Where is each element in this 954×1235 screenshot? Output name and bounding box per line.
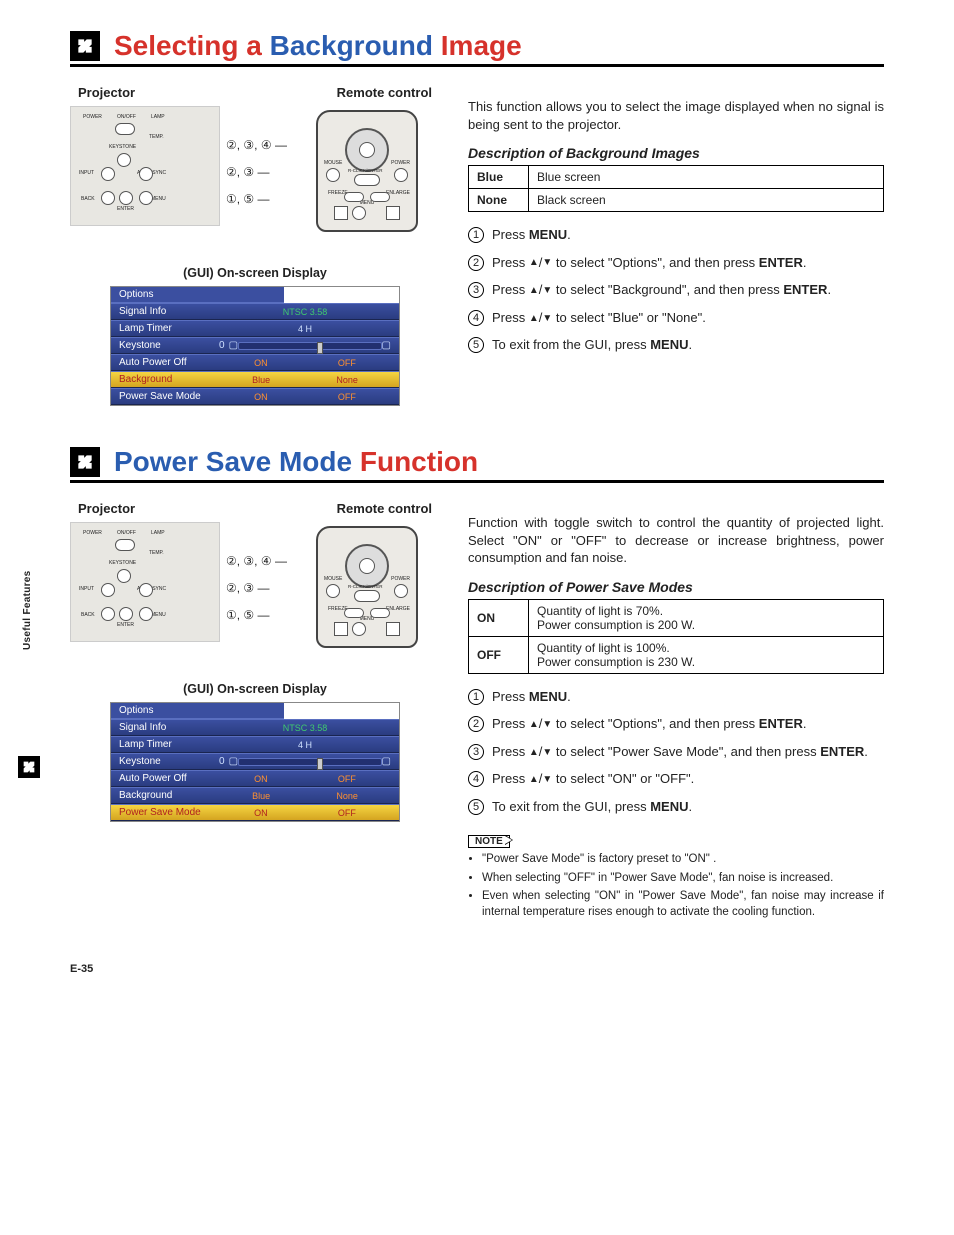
section-title: Selecting a Background Image [114,30,522,62]
notes-list: "Power Save Mode" is factory preset to "… [468,852,884,920]
projector-diagram: POWER ON/OFF LAMP TEMP. KEYSTONE INPUT A… [70,522,220,642]
remote-label: Remote control [337,85,432,100]
section1-desc-title: Description of Background Images [468,145,884,161]
gui-display-bg: Options Signal InfoNTSC 3.58 Lamp Timer4… [110,286,400,406]
gui-display-psm: Options Signal InfoNTSC 3.58 Lamp Timer4… [110,702,400,822]
step-item: 4Press ▲/▼ to select "Blue" or "None". [468,309,884,327]
step-item: 5To exit from the GUI, press MENU. [468,336,884,354]
side-tab-icon [18,756,40,778]
section1-steps: 1Press MENU. 2Press ▲/▼ to select "Option… [468,226,884,354]
gui-display-label: (GUI) On-screen Display [70,682,440,696]
section1-intro: This function allows you to select the i… [468,98,884,133]
step-item: 1Press MENU. [468,226,884,244]
remote-diagram: MOUSE POWER R-CLICK/ENTER FREEZE ENLARGE… [312,106,422,236]
note-item: When selecting "OFF" in "Power Save Mode… [482,871,884,887]
section-icon [70,447,100,477]
remote-label: Remote control [337,501,432,516]
step-item: 2Press ▲/▼ to select "Options", and then… [468,715,884,733]
psm-desc-table: ONQuantity of light is 70%. Power consum… [468,599,884,674]
section-power-save: Power Save Mode Function Projector Remot… [70,446,884,923]
step-callouts: ②, ③, ④ — ②, ③ — ①, ⑤ — [226,522,306,642]
step-callouts: ②, ③, ④ — ②, ③ — ①, ⑤ — [226,106,306,226]
page-number: E-35 [70,963,884,975]
step-item: 2Press ▲/▼ to select "Options", and then… [468,254,884,272]
step-item: 5To exit from the GUI, press MENU. [468,798,884,816]
section-icon [70,31,100,61]
projector-diagram: POWER ON/OFF LAMP TEMP. KEYSTONE INPUT A… [70,106,220,226]
step-item: 3Press ▲/▼ to select "Background", and t… [468,281,884,299]
section2-intro: Function with toggle switch to control t… [468,514,884,567]
projector-label: Projector [78,85,135,100]
note-label: NOTE [468,835,510,848]
remote-diagram: MOUSE POWER R-CLICK/ENTER FREEZE ENLARGE… [312,522,422,652]
note-item: Even when selecting "ON" in "Power Save … [482,889,884,920]
section-title: Power Save Mode Function [114,446,478,478]
section2-steps: 1Press MENU. 2Press ▲/▼ to select "Option… [468,688,884,816]
bg-desc-table: BlueBlue screen NoneBlack screen [468,165,884,212]
gui-display-label: (GUI) On-screen Display [70,266,440,280]
side-tab-label: Useful Features [22,570,33,650]
projector-label: Projector [78,501,135,516]
step-item: 1Press MENU. [468,688,884,706]
note-item: "Power Save Mode" is factory preset to "… [482,852,884,868]
section-background-image: Selecting a Background Image Projector R… [70,30,884,406]
step-item: 4Press ▲/▼ to select "ON" or "OFF". [468,770,884,788]
section2-desc-title: Description of Power Save Modes [468,579,884,595]
step-item: 3Press ▲/▼ to select "Power Save Mode", … [468,743,884,761]
